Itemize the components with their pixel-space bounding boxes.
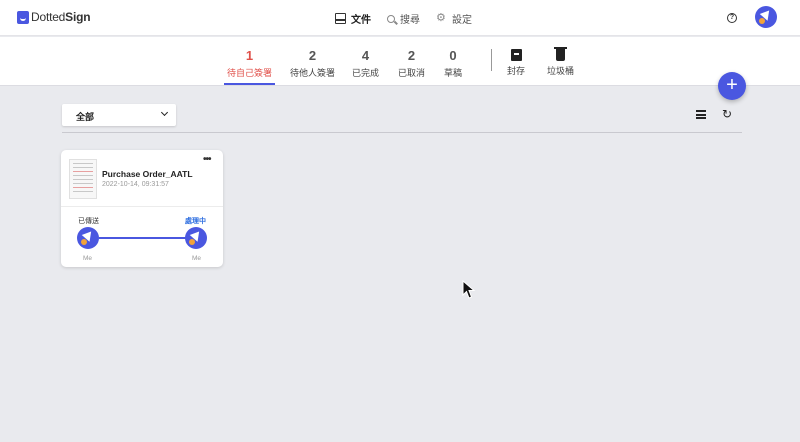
- logo-text-sign: Sign: [65, 10, 91, 24]
- tab-count: 0: [449, 48, 457, 63]
- add-document-button[interactable]: +: [718, 72, 746, 100]
- status-processing: 處理中: [185, 218, 206, 225]
- nav-settings[interactable]: ⚙ 設定: [436, 11, 472, 27]
- list-view-icon[interactable]: [696, 110, 706, 119]
- app-logo[interactable]: DottedSign: [17, 10, 91, 24]
- main-nav: 文件 搜尋 ⚙ 設定: [335, 11, 472, 26]
- tab-count: 2: [308, 48, 317, 63]
- tab-trash[interactable]: 垃圾桶: [547, 47, 575, 77]
- tab-label: 垃圾桶: [547, 66, 575, 76]
- help-icon[interactable]: ?: [727, 13, 737, 23]
- tab-drafts[interactable]: 0 草稿: [444, 49, 462, 79]
- tab-waiting-for-others[interactable]: 2 待他人簽署: [290, 49, 335, 79]
- logo-mark-icon: [17, 10, 29, 24]
- tab-count: 1: [245, 48, 254, 63]
- tab-archive[interactable]: 封存: [507, 49, 525, 77]
- nav-documents[interactable]: 文件: [335, 11, 371, 26]
- archive-icon: [510, 49, 522, 61]
- signer-name: Me: [192, 255, 202, 262]
- filter-dropdown[interactable]: 全部: [62, 104, 176, 126]
- tabs-divider: [491, 49, 492, 71]
- nav-settings-label: 設定: [452, 15, 472, 26]
- tab-label: 待他人簽署: [290, 68, 336, 78]
- signing-flow-line: [99, 237, 187, 239]
- more-options-icon[interactable]: •••: [203, 155, 211, 165]
- signer-name: Me: [83, 255, 93, 262]
- search-icon: [387, 14, 395, 23]
- tab-label: 已完成: [352, 68, 380, 78]
- nav-search-label: 搜尋: [400, 15, 420, 26]
- trash-icon: [554, 47, 567, 61]
- tab-label: 待自己簽署: [227, 68, 273, 78]
- tab-waiting-for-me[interactable]: 1 待自己簽署: [223, 48, 276, 85]
- nav-documents-label: 文件: [351, 15, 371, 26]
- tab-count: 2: [407, 48, 416, 63]
- mouse-cursor-icon: [462, 280, 476, 299]
- tab-completed[interactable]: 4 已完成: [352, 49, 379, 79]
- user-avatar[interactable]: [755, 6, 777, 28]
- top-navbar: DottedSign 文件 搜尋 ⚙ 設定 ?: [0, 0, 800, 36]
- tab-label: 草稿: [444, 68, 463, 78]
- signer-avatar-current: [185, 227, 207, 249]
- chevron-down-icon: [160, 108, 169, 117]
- nav-search[interactable]: 搜尋: [387, 11, 420, 26]
- tab-label: 已取消: [398, 68, 426, 78]
- filter-value: 全部: [76, 112, 95, 122]
- status-sent: 已傳送: [78, 218, 99, 225]
- document-card[interactable]: Purchase Order_AATL 2022-10-14, 09:31:57…: [61, 150, 223, 267]
- document-icon: [335, 13, 346, 24]
- card-divider: [61, 206, 223, 207]
- content-divider: [62, 132, 742, 133]
- gear-icon: ⚙: [436, 12, 446, 24]
- tab-cancelled[interactable]: 2 已取消: [398, 49, 425, 79]
- document-title: Purchase Order_AATL: [102, 169, 193, 179]
- signer-avatar-sender: [77, 227, 99, 249]
- refresh-icon[interactable]: ↻: [722, 108, 732, 120]
- status-tabs-bar: 1 待自己簽署 2 待他人簽署 4 已完成 2 已取消 0 草稿 封存 垃圾桶: [0, 37, 800, 86]
- tab-label: 封存: [507, 66, 526, 76]
- tab-count: 4: [361, 48, 370, 63]
- document-thumbnail: [69, 159, 97, 199]
- logo-text-dotted: Dotted: [31, 10, 66, 24]
- document-date: 2022-10-14, 09:31:57: [102, 181, 169, 188]
